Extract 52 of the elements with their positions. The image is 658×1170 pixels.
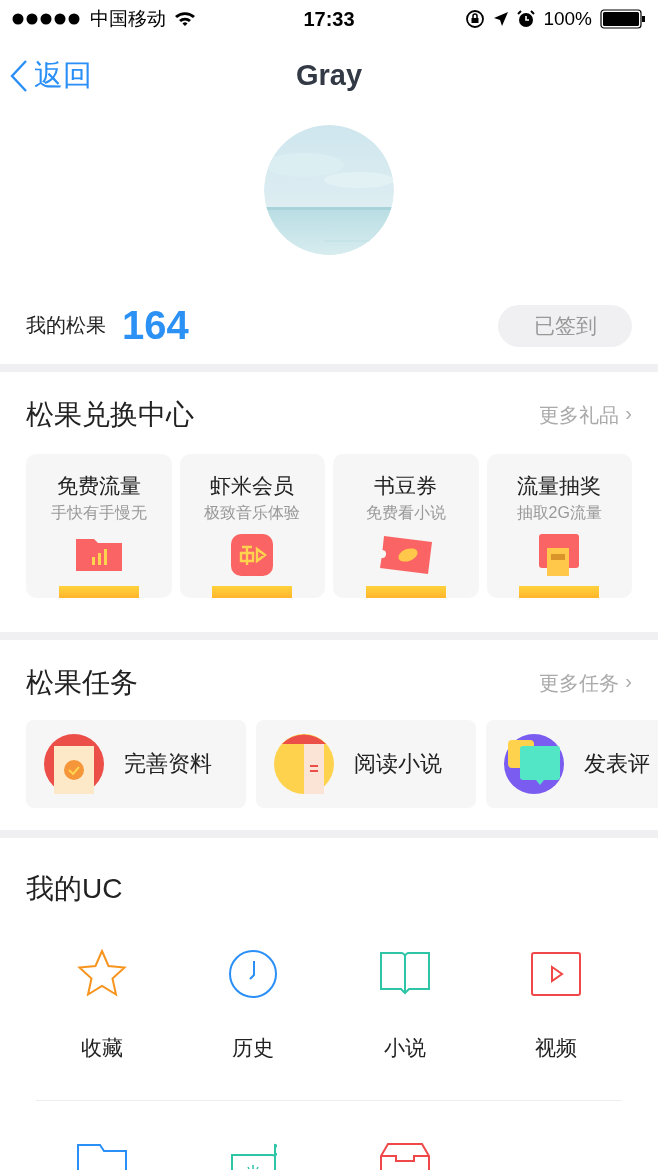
menu-label: 收藏 — [80, 1035, 123, 1061]
points-value: 164 — [122, 303, 189, 348]
gift-card[interactable]: 流量抽奖 抽取2G流量 — [486, 454, 632, 598]
battery-icon — [600, 9, 646, 29]
task-label: 阅读小说 — [354, 750, 442, 778]
menu-item[interactable]: 视频 — [480, 948, 632, 1062]
section-title: 我的UC — [26, 872, 123, 906]
wifi-icon — [174, 11, 196, 27]
certificate-icon — [44, 734, 104, 794]
gift-title: 流量抽奖 — [517, 473, 602, 499]
task-card[interactable]: 阅读小说 — [256, 720, 476, 808]
gift-title: 书豆券 — [374, 473, 438, 499]
comment-icon — [504, 734, 564, 794]
carrier: 中国移动 — [90, 7, 166, 31]
menu-label: 视频 — [535, 1035, 578, 1061]
menu-item[interactable]: 收藏 — [26, 948, 178, 1062]
task-label: 完善资料 — [124, 750, 212, 778]
star-icon — [75, 949, 128, 999]
task-card[interactable]: 完善资料 — [26, 720, 246, 808]
task-card[interactable]: 发表评 — [486, 720, 658, 808]
music-app-icon — [230, 533, 275, 577]
signal-icon — [12, 13, 82, 25]
menu-label: 小说 — [383, 1035, 426, 1061]
book-icon — [378, 951, 431, 997]
clock: 17:33 — [303, 7, 355, 31]
menu-item[interactable]: 小说 — [329, 948, 481, 1062]
lottery-ticket-icon — [537, 532, 582, 578]
clock-icon — [228, 949, 279, 999]
location-icon — [493, 11, 510, 27]
section-title: 松果兑换中心 — [26, 398, 194, 432]
gift-card[interactable]: 虾米会员 极致音乐体验 — [179, 454, 325, 598]
menu-item[interactable]: 历史 — [177, 948, 329, 1062]
points-label: 我的松果 — [26, 313, 106, 338]
gift-subtitle: 抽取2G流量 — [516, 503, 602, 523]
rotation-lock-icon — [465, 9, 486, 29]
gift-subtitle: 极致音乐体验 — [204, 503, 301, 523]
ticket-bean-icon — [377, 534, 434, 576]
gift-card[interactable]: 免费流量 手快有手慢无 — [26, 454, 172, 598]
section-title: 松果任务 — [26, 666, 138, 700]
page-title: Gray — [295, 58, 363, 93]
menu-label: 历史 — [232, 1035, 275, 1061]
back-icon — [10, 60, 28, 92]
book-icon — [274, 734, 334, 794]
gift-title: 虾米会员 — [210, 473, 295, 499]
gift-subtitle: 免费看小说 — [365, 503, 446, 523]
video-icon — [531, 952, 582, 996]
gift-card[interactable]: 书豆券 免费看小说 — [333, 454, 479, 598]
alarm-icon — [517, 10, 536, 28]
gift-title: 免费流量 — [56, 473, 141, 499]
battery-percent: 100% — [543, 8, 592, 30]
task-label: 发表评 — [584, 750, 650, 778]
gift-subtitle: 手快有手慢无 — [50, 503, 147, 523]
